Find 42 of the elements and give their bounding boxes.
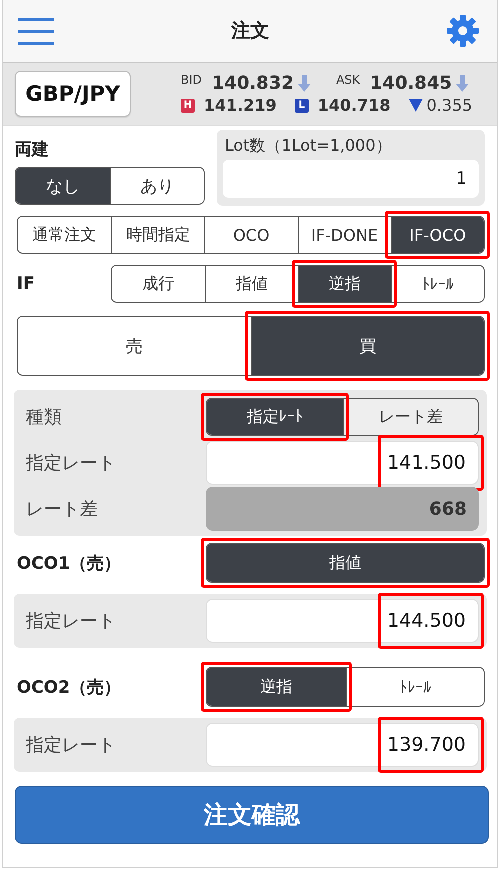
rate-input-field[interactable]: 144.500	[206, 599, 479, 643]
menu-button[interactable]	[18, 16, 54, 46]
rate-input-field[interactable]: 139.700	[206, 723, 479, 767]
settings-icon	[447, 15, 479, 47]
low-price: 140.718	[318, 96, 391, 115]
segment-tab[interactable]: 指値	[207, 544, 484, 582]
confirm-order-button[interactable]: 注文確認	[15, 786, 489, 844]
segment-tab[interactable]: ﾄﾚｰﾙ	[346, 668, 484, 706]
settings-button[interactable]	[447, 15, 479, 47]
lot-label: Lot数（1Lot=1,000）	[224, 136, 393, 157]
field-label: 指定レート	[26, 452, 117, 475]
price-change: 0.355	[426, 96, 473, 115]
readonly-field: 668	[206, 487, 479, 531]
segment-tab[interactable]: 逆指	[207, 668, 346, 706]
field-label: 指定レート	[26, 734, 117, 757]
price-value: 140.832	[212, 73, 294, 94]
field-label: 指定レート	[26, 610, 117, 633]
price-label: ASK	[336, 73, 360, 87]
lot-input-field[interactable]: 1	[223, 160, 479, 198]
price-value: 140.845	[370, 73, 452, 94]
segment-tab[interactable]: なし	[16, 168, 110, 204]
high-price: 141.219	[204, 96, 277, 115]
field-label: 種類	[26, 406, 63, 429]
segment-tab[interactable]: 指定ﾚｰﾄ	[207, 399, 342, 435]
segment-tab[interactable]: IF-OCO	[390, 217, 484, 253]
currency-pair-button[interactable]: GBP/JPY	[15, 71, 131, 117]
price-label: BID	[181, 73, 202, 87]
segment-tab[interactable]: レート差	[342, 399, 478, 435]
low-badge: L	[294, 98, 309, 112]
segment-tab[interactable]: ﾄﾚｰﾙ	[391, 266, 484, 302]
segment-tab[interactable]: 買	[251, 317, 484, 375]
segment-tab[interactable]: あり	[110, 168, 204, 204]
screen-title: 注文	[232, 19, 270, 44]
if-label: IF	[17, 274, 36, 294]
section-label: OCO1（売）	[17, 552, 122, 574]
hedge-label: 両建	[15, 139, 50, 161]
menu-icon	[18, 16, 54, 46]
field-label: レート差	[26, 498, 99, 521]
high-badge: H	[181, 98, 195, 112]
rate-input-field[interactable]: 141.500	[206, 441, 479, 485]
segment-tab[interactable]: 逆指	[298, 266, 391, 302]
section-label: OCO2（売）	[17, 676, 122, 698]
